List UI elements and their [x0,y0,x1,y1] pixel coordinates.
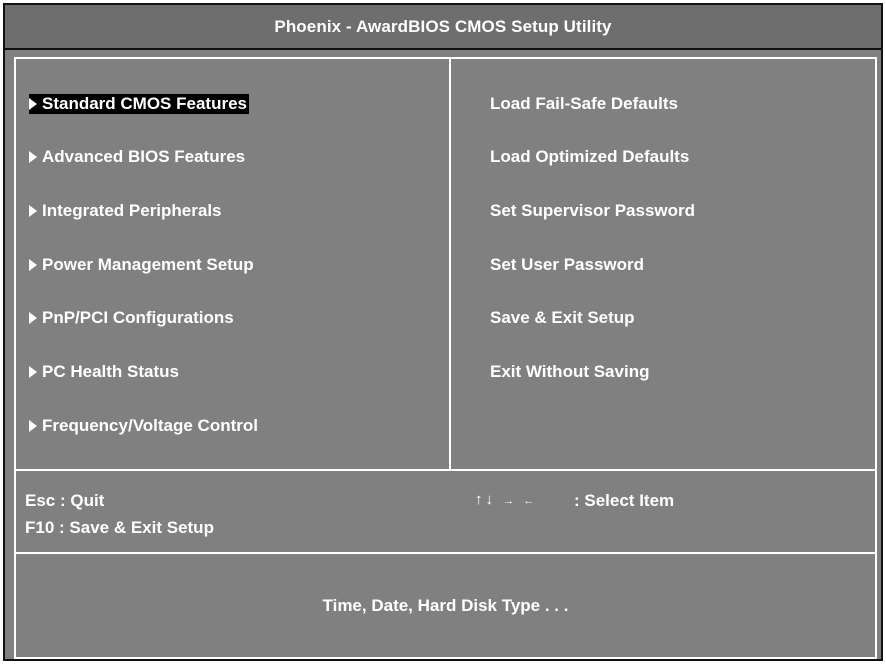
menu-item-set-supervisor-password[interactable]: Set Supervisor Password [490,201,695,221]
triangle-right-icon [29,205,37,217]
column-divider [449,59,451,469]
divider-menu-help [16,469,875,471]
menu-item-pnp-pci-configurations[interactable]: PnP/PCI Configurations [29,308,234,328]
menu-item-label: Integrated Peripherals [42,201,222,220]
menu-item-label: Standard CMOS Features [42,94,247,113]
menu-area: Standard CMOS Features Advanced BIOS Fea… [16,59,875,469]
help-f10-save-exit: F10 : Save & Exit Setup [25,518,214,537]
right-left-arrows-icon: → ← [503,495,538,507]
main-frame: Standard CMOS Features Advanced BIOS Fea… [14,57,877,659]
app-title: Phoenix - AwardBIOS CMOS Setup Utility [274,16,612,36]
menu-item-label: Set User Password [490,255,645,274]
menu-item-label: Load Optimized Defaults [490,147,690,166]
triangle-right-icon [29,312,37,324]
help-esc-quit: Esc : Quit [25,491,105,510]
menu-item-standard-cmos-features[interactable]: Standard CMOS Features [29,94,249,114]
menu-item-pc-health-status[interactable]: PC Health Status [29,362,179,382]
menu-item-label: Load Fail-Safe Defaults [490,94,678,113]
triangle-right-icon [29,151,37,163]
menu-item-save-exit-setup[interactable]: Save & Exit Setup [490,308,635,328]
menu-item-integrated-peripherals[interactable]: Integrated Peripherals [29,201,222,221]
menu-item-load-optimized-defaults[interactable]: Load Optimized Defaults [490,147,689,167]
help-select-item: : Select Item [574,491,675,510]
menu-item-power-management-setup[interactable]: Power Management Setup [29,255,254,275]
menu-item-label: PnP/PCI Configurations [42,308,234,327]
triangle-right-icon [29,366,37,378]
triangle-right-icon [29,420,37,432]
menu-item-label: Save & Exit Setup [490,308,635,327]
menu-item-label: PC Health Status [42,362,179,381]
menu-item-exit-without-saving[interactable]: Exit Without Saving [490,362,649,382]
triangle-right-icon [29,98,37,110]
menu-item-label: Exit Without Saving [490,362,650,381]
menu-item-label: Power Management Setup [42,255,254,274]
arrow-keys-icon: ↑↓ → ← [475,490,537,511]
menu-item-label: Advanced BIOS Features [42,147,246,166]
item-description: Time, Date, Hard Disk Type . . . [16,554,875,657]
menu-item-advanced-bios-features[interactable]: Advanced BIOS Features [29,147,245,167]
menu-item-set-user-password[interactable]: Set User Password [490,255,644,275]
title-bar: Phoenix - AwardBIOS CMOS Setup Utility [5,5,881,50]
menu-item-label: Set Supervisor Password [490,201,696,220]
bios-screen: Phoenix - AwardBIOS CMOS Setup Utility S… [3,3,883,661]
menu-item-load-fail-safe-defaults[interactable]: Load Fail-Safe Defaults [490,94,678,114]
triangle-right-icon [29,259,37,271]
up-down-arrows-icon: ↑↓ [475,491,496,508]
description-text: Time, Date, Hard Disk Type . . . [322,595,569,615]
menu-item-label: Frequency/Voltage Control [42,416,258,435]
menu-item-frequency-voltage-control[interactable]: Frequency/Voltage Control [29,416,258,436]
